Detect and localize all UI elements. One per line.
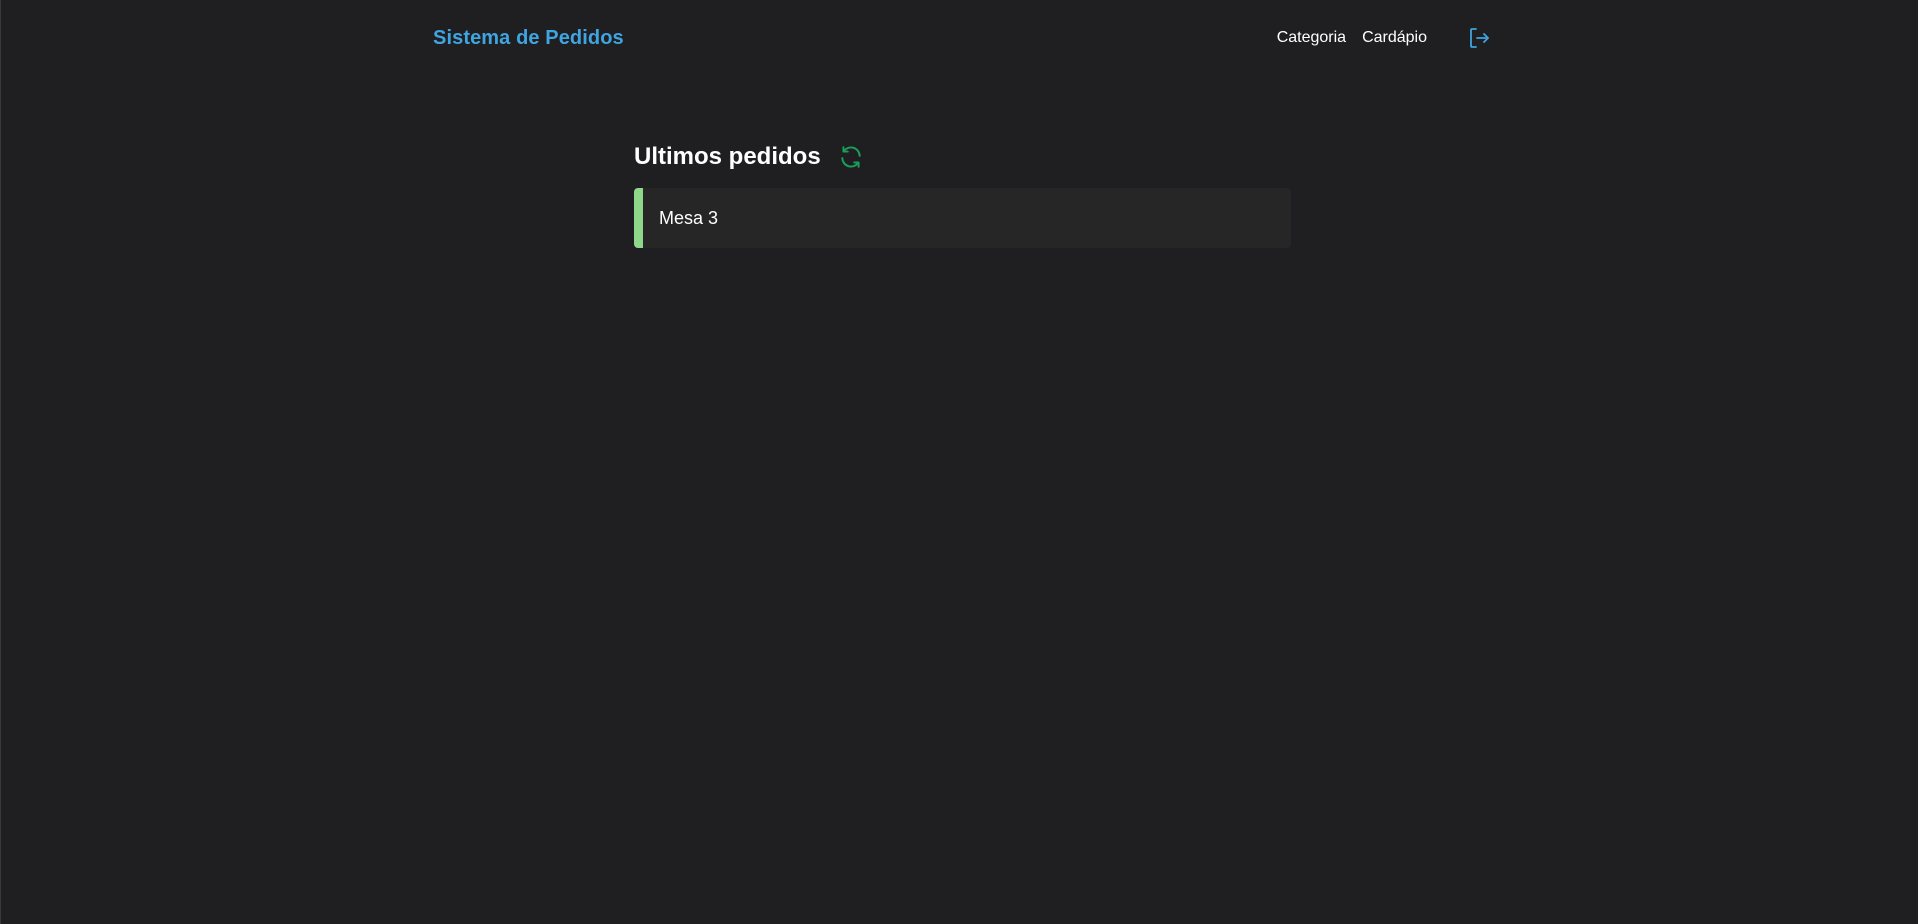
top-header: Sistema de Pedidos Categoria Cardápio <box>433 22 1491 54</box>
order-status-bar <box>634 188 643 248</box>
page-title: Ultimos pedidos <box>634 143 821 170</box>
brand-logo[interactable]: Sistema de Pedidos <box>433 27 624 50</box>
orders-title-row: Ultimos pedidos <box>634 140 1291 174</box>
nav-link-cardapio[interactable]: Cardápio <box>1362 29 1427 47</box>
main-nav: Categoria Cardápio <box>1261 26 1491 50</box>
orders-list: Mesa 3 <box>634 188 1291 248</box>
order-label: Mesa 3 <box>659 207 719 228</box>
refresh-button[interactable] <box>837 143 865 171</box>
logout-button[interactable] <box>1467 26 1491 50</box>
orders-section: Ultimos pedidos Mesa 3 <box>634 140 1291 258</box>
order-item-mesa-3[interactable]: Mesa 3 <box>634 188 1291 248</box>
logout-icon <box>1470 28 1489 48</box>
nav-link-categoria[interactable]: Categoria <box>1277 29 1346 47</box>
page: Sistema de Pedidos Categoria Cardápio Ul… <box>0 0 1918 924</box>
refresh-icon <box>841 146 861 168</box>
